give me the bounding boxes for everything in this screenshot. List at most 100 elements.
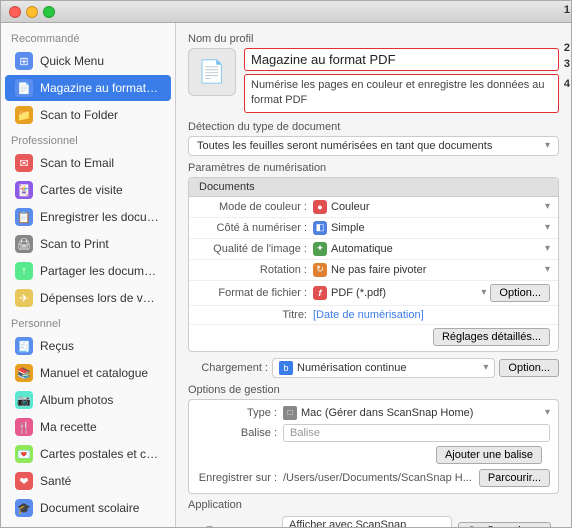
sidebar-item-manuel[interactable]: 📚 Manuel et catalogue [5, 360, 171, 386]
scan-folder-icon: 📁 [15, 106, 33, 124]
chargement-label: Chargement : [188, 362, 268, 374]
cote-icon: ◧ [313, 221, 327, 235]
profile-name-label: Nom du profil [188, 33, 559, 45]
sidebar-label-manuel: Manuel et catalogue [40, 366, 148, 380]
annotation-1: 1 [564, 4, 570, 16]
sidebar-section-professional: Professionnel [1, 129, 175, 149]
sidebar-item-scan-folder[interactable]: 📁 Scan to Folder [5, 102, 171, 128]
couleur-icon: ● [313, 200, 327, 214]
sidebar-item-recette[interactable]: 🍴 Ma recette [5, 414, 171, 440]
sidebar-item-quick-menu[interactable]: ⊞ Quick Menu [5, 48, 171, 74]
scan-print-icon: 🖨 [15, 235, 33, 253]
sidebar-item-document-scolaire[interactable]: 🎓 Document scolaire [5, 495, 171, 521]
rotation-text: Ne pas faire pivoter [331, 264, 426, 276]
document-scolaire-icon: 🎓 [15, 499, 33, 517]
sidebar-item-scan-print[interactable]: 🖨 Scan to Print [5, 231, 171, 257]
rotation-icon: ↻ [313, 263, 327, 277]
manuel-icon: 📚 [15, 364, 33, 382]
titre-link[interactable]: [Date de numérisation] [313, 309, 424, 321]
format-text: PDF (*.pdf) [331, 287, 386, 299]
sidebar-item-enreg-docs[interactable]: 📋 Enregistrer les documents [5, 204, 171, 230]
sidebar-label-quick-menu: Quick Menu [40, 54, 104, 68]
cote-text: Simple [331, 222, 365, 234]
envoyer-chevron-icon: ▾ [440, 525, 445, 527]
sidebar-item-sante[interactable]: ❤ Santé [5, 468, 171, 494]
param-row-format: Format de fichier : f PDF (*.pdf) ▾ Opti… [189, 281, 558, 306]
envoyer-select[interactable]: Afficher avec ScanSnap Home ▾ [282, 516, 452, 527]
type-text: Mac (Gérer dans ScanSnap Home) [301, 407, 473, 419]
scan-params-header: Paramètres de numérisation [188, 162, 559, 174]
add-balise-button[interactable]: Ajouter une balise [436, 446, 542, 464]
type-value[interactable]: □ Mac (Gérer dans ScanSnap Home) ▾ [283, 406, 550, 420]
detect-value-row[interactable]: Toutes les feuilles seront numérisées en… [188, 136, 559, 156]
close-button[interactable] [9, 6, 21, 18]
sidebar-item-magazine-pdf[interactable]: 📄 Magazine au format PDF [5, 75, 171, 101]
sidebar-label-document-scolaire: Document scolaire [40, 501, 139, 515]
sidebar-item-partager[interactable]: ↑ Partager les documents [5, 258, 171, 284]
param-row-titre: Titre: [Date de numérisation] [189, 306, 558, 325]
param-row-cote: Côté à numériser : ◧ Simple ▾ [189, 218, 558, 239]
detect-value-text: Toutes les feuilles seront numérisées en… [197, 140, 545, 152]
sidebar-label-album: Album photos [40, 393, 113, 407]
partager-icon: ↑ [15, 262, 33, 280]
sidebar-item-cartes-postales[interactable]: 💌 Cartes postales et cartes de vœu [5, 441, 171, 467]
minimize-button[interactable] [26, 6, 38, 18]
chargement-option-button[interactable]: Option... [499, 359, 559, 377]
options-gestion-box: Type : □ Mac (Gérer dans ScanSnap Home) … [188, 399, 559, 494]
sidebar-label-enreg-docs: Enregistrer les documents [40, 210, 161, 224]
parcourir-button[interactable]: Parcourir... [479, 469, 550, 487]
magazine-pdf-icon: 📄 [15, 79, 33, 97]
album-icon: 📷 [15, 391, 33, 409]
param-label-format: Format de fichier : [197, 287, 307, 299]
sidebar-label-partager: Partager les documents [40, 264, 161, 278]
sidebar-label-scan-email: Scan to Email [40, 156, 114, 170]
chargement-row: Chargement : b Numérisation continue ▾ O… [188, 358, 559, 378]
sidebar-label-magazine-pdf: Magazine au format PDF [40, 81, 161, 95]
sidebar-section-personal: Personnel [1, 312, 175, 332]
sidebar-item-depenses[interactable]: ✈ Dépenses lors de voyages d'affair [5, 285, 171, 311]
balise-input[interactable]: Balise [283, 424, 550, 442]
configuration-button[interactable]: Configuration... [458, 522, 551, 527]
param-value-cote: ◧ Simple ▾ [313, 221, 550, 235]
cote-chevron-icon: ▾ [545, 222, 550, 233]
sidebar-item-scan-email[interactable]: ✉ Scan to Email [5, 150, 171, 176]
sante-icon: ❤ [15, 472, 33, 490]
scan-tab-documents[interactable]: Documents [189, 178, 558, 197]
app-section-header: Application [188, 499, 559, 511]
chargement-icon: b [279, 361, 293, 375]
quick-menu-icon: ⊞ [15, 52, 33, 70]
annotation-2: 2 [564, 42, 570, 54]
enreg-label: Enregistrer sur : [197, 472, 277, 484]
detail-button[interactable]: Réglages détaillés... [433, 328, 550, 346]
type-icon: □ [283, 406, 297, 420]
maximize-button[interactable] [43, 6, 55, 18]
param-label-rotation: Rotation : [197, 264, 307, 276]
annotation-3: 3 [564, 58, 570, 70]
options-gestion-header: Options de gestion [188, 384, 559, 396]
sidebar: Recommandé ⊞ Quick Menu 📄 Magazine au fo… [1, 23, 176, 527]
app-row: Envoyer vers : Afficher avec ScanSnap Ho… [188, 514, 559, 527]
qualite-icon: ✦ [313, 242, 327, 256]
sidebar-label-recus: Reçus [40, 339, 74, 353]
window-controls[interactable] [9, 6, 55, 18]
detect-section-header: Détection du type de document [188, 121, 559, 133]
couleur-chevron-icon: ▾ [545, 201, 550, 212]
sidebar-item-cartes-visite[interactable]: 🃏 Cartes de visite [5, 177, 171, 203]
rotation-chevron-icon: ▾ [545, 264, 550, 275]
enreg-path: /Users/user/Documents/ScanSnap H... [283, 472, 473, 484]
sidebar-item-album[interactable]: 📷 Album photos [5, 387, 171, 413]
qualite-chevron-icon: ▾ [545, 243, 550, 254]
title-bar [1, 1, 571, 23]
format-icon: f [313, 286, 327, 300]
envoyer-label: Envoyer vers : [196, 525, 276, 527]
enreg-docs-icon: 📋 [15, 208, 33, 226]
depenses-icon: ✈ [15, 289, 33, 307]
sidebar-item-recus[interactable]: 🧾 Reçus [5, 333, 171, 359]
param-label-titre: Titre: [197, 309, 307, 321]
sidebar-label-depenses: Dépenses lors de voyages d'affair [40, 291, 161, 305]
enreg-row: Enregistrer sur : /Users/user/Documents/… [189, 467, 558, 489]
option-button-format[interactable]: Option... [490, 284, 550, 302]
chargement-select[interactable]: b Numérisation continue ▾ [272, 358, 495, 378]
profile-section: 📄 Magazine au format PDF Numérise les pa… [188, 48, 559, 113]
param-value-couleur: ● Couleur ▾ [313, 200, 550, 214]
